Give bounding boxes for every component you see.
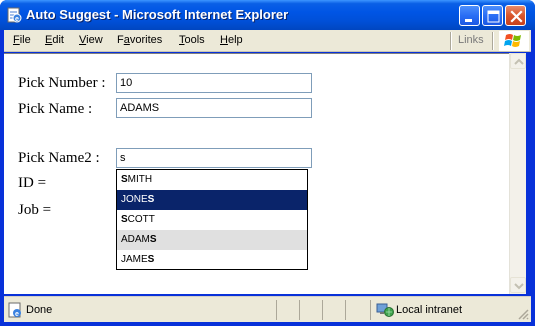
menu-view[interactable]: View bbox=[79, 34, 103, 46]
suggestion-suffix: MITH bbox=[127, 174, 153, 185]
menu-favorites-rest: vorites bbox=[129, 34, 163, 46]
status-panel-divider bbox=[276, 300, 277, 320]
local-intranet-icon bbox=[376, 303, 394, 317]
suggestion-match: S bbox=[147, 194, 155, 205]
windows-flag-icon bbox=[504, 34, 521, 47]
status-panel-divider bbox=[322, 300, 323, 320]
menu-help-accel: H bbox=[220, 34, 228, 46]
ie-page-icon[interactable]: e bbox=[6, 7, 22, 23]
scroll-down-button[interactable] bbox=[510, 277, 526, 293]
suggestion-item-hover[interactable]: ADAMS bbox=[117, 230, 307, 250]
logo-separator bbox=[492, 32, 494, 50]
job-label: Job = bbox=[18, 202, 52, 218]
resize-grip-icon[interactable] bbox=[516, 307, 529, 320]
pick-name-label: Pick Name : bbox=[18, 101, 93, 117]
scroll-up-icon bbox=[514, 58, 524, 65]
page-done-icon: e bbox=[8, 302, 21, 318]
pick-name2-input[interactable]: s bbox=[116, 148, 312, 168]
vertical-scrollbar[interactable] bbox=[509, 53, 526, 294]
suggestion-suffix: COTT bbox=[127, 214, 155, 225]
pick-number-input[interactable]: 10 bbox=[116, 73, 312, 93]
menu-file[interactable]: File bbox=[13, 34, 31, 46]
menu-file-accel: F bbox=[13, 34, 20, 46]
status-panel-divider bbox=[345, 300, 346, 320]
status-panel-divider bbox=[299, 300, 300, 320]
maximize-button[interactable] bbox=[482, 5, 503, 26]
suggestion-prefix: JAME bbox=[121, 254, 148, 265]
suggestion-match: S bbox=[121, 174, 128, 185]
svg-text:e: e bbox=[15, 311, 19, 318]
menu-help-rest: elp bbox=[227, 34, 243, 46]
suggestion-match: S bbox=[121, 214, 128, 225]
suggestion-item-selected[interactable]: JONES bbox=[117, 190, 307, 210]
suggestion-item[interactable]: SMITH bbox=[117, 170, 307, 190]
suggestion-item[interactable]: SCOTT bbox=[117, 210, 307, 230]
links-toolbar-label[interactable]: Links bbox=[458, 34, 484, 46]
windows-logo bbox=[499, 31, 529, 51]
links-separator bbox=[450, 32, 452, 50]
pick-name-input[interactable]: ADAMS bbox=[116, 98, 312, 118]
maximize-icon bbox=[487, 10, 500, 23]
pick-number-label: Pick Number : bbox=[18, 75, 106, 91]
menu-file-rest: ile bbox=[19, 34, 31, 46]
svg-text:e: e bbox=[15, 16, 19, 23]
minimize-icon bbox=[465, 19, 472, 22]
window-title: Auto Suggest - Microsoft Internet Explor… bbox=[26, 7, 289, 22]
menu-view-rest: iew bbox=[86, 34, 103, 46]
menu-help[interactable]: Help bbox=[220, 34, 243, 46]
browser-window: e Auto Suggest - Microsoft Internet Expl… bbox=[0, 0, 535, 326]
scroll-down-icon bbox=[514, 283, 524, 290]
scroll-up-button[interactable] bbox=[510, 53, 526, 69]
suggestion-match: S bbox=[147, 254, 155, 265]
menu-edit[interactable]: Edit bbox=[45, 34, 64, 46]
suggestion-prefix: JONE bbox=[121, 194, 148, 205]
menu-favorites[interactable]: Favorites bbox=[117, 34, 162, 46]
suggestion-dropdown: SMITH JONES SCOTT ADAMS JAMES bbox=[116, 169, 308, 270]
menu-tools[interactable]: Tools bbox=[179, 34, 205, 46]
page-content: Pick Number : 10 Pick Name : ADAMS Pick … bbox=[4, 53, 509, 294]
minimize-button[interactable] bbox=[459, 5, 480, 26]
status-text: Done bbox=[26, 304, 53, 316]
pick-name2-label: Pick Name2 : bbox=[18, 150, 100, 166]
suggestion-item[interactable]: JAMES bbox=[117, 250, 307, 270]
menu-tools-rest: ools bbox=[184, 34, 205, 46]
status-bar: e Done Local intranet bbox=[4, 296, 531, 322]
close-icon bbox=[510, 10, 523, 23]
suggestion-prefix: ADAM bbox=[121, 234, 150, 245]
status-panel-divider bbox=[370, 300, 371, 320]
suggestion-match: S bbox=[149, 234, 157, 245]
zone-text: Local intranet bbox=[396, 304, 463, 316]
menu-favorites-pre: F bbox=[117, 34, 124, 46]
close-button[interactable] bbox=[505, 5, 526, 26]
id-label: ID = bbox=[18, 175, 47, 191]
menu-bar: File Edit View Favorites Tools Help Link… bbox=[4, 30, 531, 52]
menu-edit-rest: dit bbox=[52, 34, 64, 46]
title-bar[interactable]: e Auto Suggest - Microsoft Internet Expl… bbox=[0, 0, 535, 30]
